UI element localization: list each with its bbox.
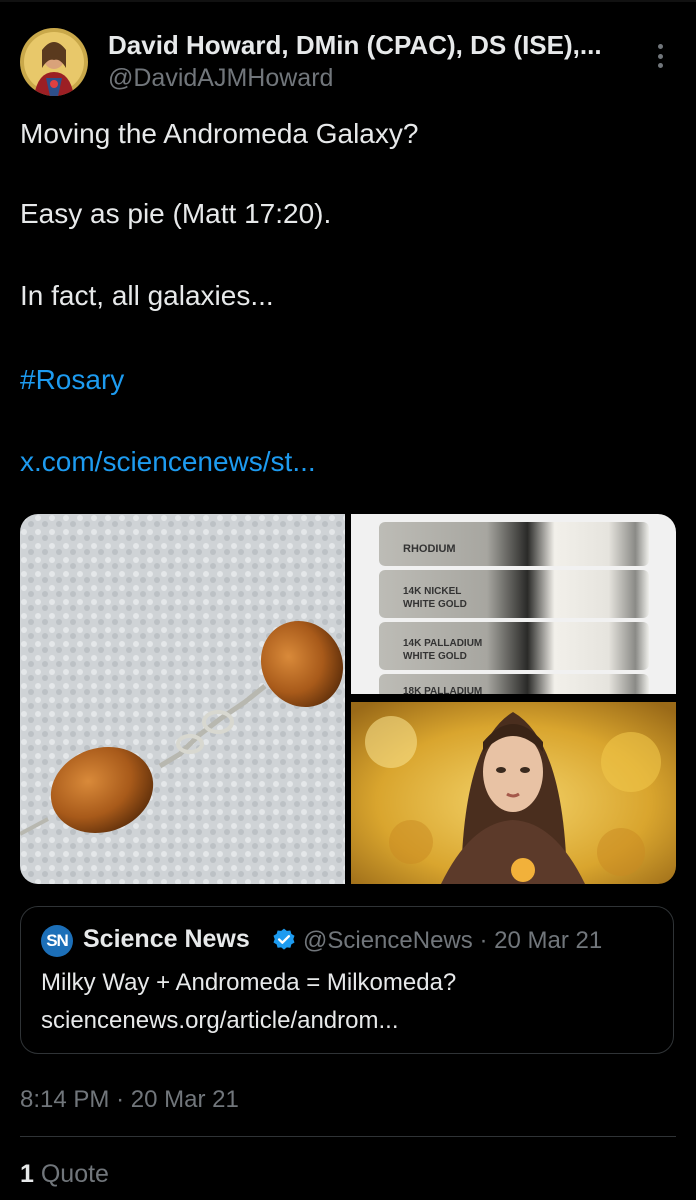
avatar-image	[20, 28, 88, 96]
rings-image[interactable]: RHODIUM 14K NICKEL WHITE GOLD 14K PALLAD…	[351, 514, 676, 698]
dot	[657, 63, 663, 68]
ring-label: WHITE GOLD	[403, 599, 467, 610]
top-divider	[0, 0, 696, 2]
author-handle[interactable]: @DavidAJMHoward	[108, 64, 333, 93]
tweet-time: 8:14 PM	[20, 1086, 110, 1113]
meta-separator: ·	[479, 927, 488, 954]
tweet-date: 20 Mar 21	[130, 1086, 239, 1113]
dot	[657, 44, 663, 49]
dot	[657, 53, 663, 59]
meta-separator: ·	[116, 1086, 125, 1113]
quoted-date[interactable]: 20 Mar 21	[494, 927, 602, 954]
tweet-text-line: In fact, all galaxies...	[20, 280, 274, 311]
quoted-tweet-card[interactable]: SN Science News @ScienceNews · 20 Mar 21…	[20, 906, 674, 1054]
quoted-meta: @ScienceNews · 20 Mar 21	[303, 927, 602, 955]
ring-label: 18K PALLADIUM	[403, 686, 482, 694]
tweet-text-line: Moving the Andromeda Galaxy?	[20, 118, 419, 149]
quote-label: Quote	[40, 1160, 109, 1188]
quoted-author-name[interactable]: Science News	[83, 925, 250, 954]
tweet-text-line: Easy as pie (Matt 17:20).	[20, 198, 332, 229]
rosary-beads-image[interactable]	[20, 514, 345, 884]
hashtag-link[interactable]: #Rosary	[20, 364, 124, 396]
quoted-link[interactable]: sciencenews.org/article/androm...	[41, 1007, 399, 1035]
quote-count-stat[interactable]: 1 Quote	[20, 1160, 109, 1189]
ring-label: RHODIUM	[403, 543, 456, 555]
author-name[interactable]: David Howard, DMin (CPAC), DS (ISE),...	[108, 30, 628, 61]
more-options-icon[interactable]	[648, 40, 672, 72]
media-grid: RHODIUM 14K NICKEL WHITE GOLD 14K PALLAD…	[20, 514, 676, 884]
ring-label: 14K NICKEL	[403, 586, 461, 597]
ring-label: WHITE GOLD	[403, 651, 467, 662]
divider	[20, 1136, 676, 1137]
verified-badge-icon	[273, 928, 295, 950]
quoted-handle[interactable]: @ScienceNews	[303, 927, 473, 954]
url-link[interactable]: x.com/sciencenews/st...	[20, 446, 316, 478]
science-news-logo: SN	[41, 925, 73, 957]
avatar[interactable]	[20, 28, 88, 96]
ring-label: 14K PALLADIUM	[403, 638, 482, 649]
madonna-painting-image[interactable]	[351, 702, 676, 884]
quoted-text: Milky Way + Andromeda = Milkomeda?	[41, 969, 457, 996]
quote-count: 1	[20, 1160, 34, 1188]
tweet-timestamp[interactable]: 8:14 PM · 20 Mar 21	[20, 1086, 239, 1114]
